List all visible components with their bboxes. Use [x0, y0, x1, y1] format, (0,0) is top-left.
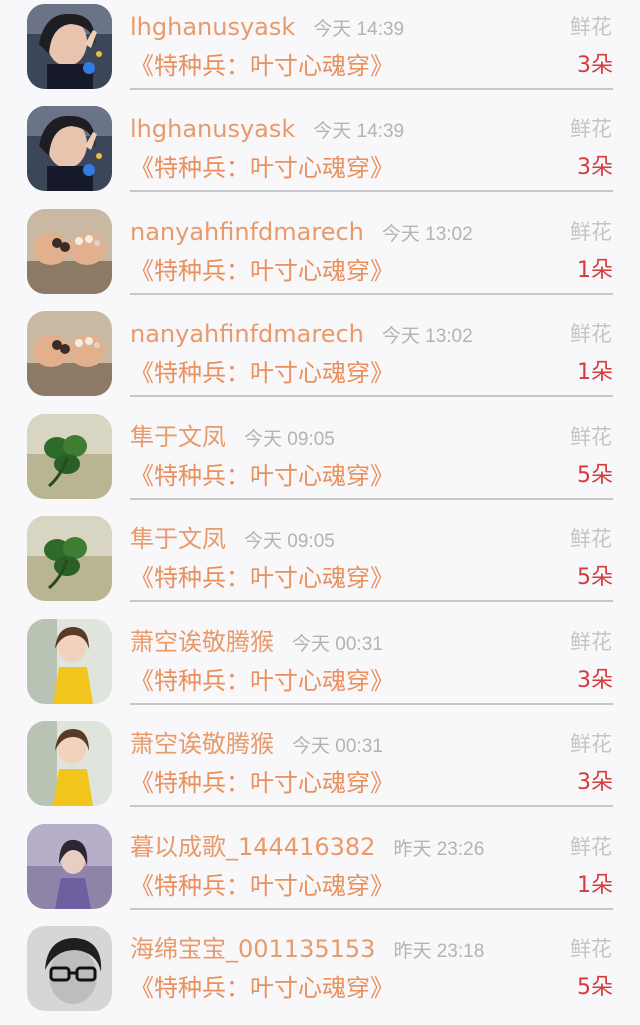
gift-type-label: 鲜花	[570, 425, 612, 449]
divider	[130, 805, 613, 807]
timestamp: 昨天 23:26	[393, 839, 485, 860]
gift-count: 3朵	[577, 155, 613, 180]
timestamp: 今天 00:31	[292, 736, 383, 757]
gift-count: 5朵	[577, 463, 613, 488]
gift-record-row[interactable]: lhghanusyask 今天 14:39 鲜花 《特种兵：叶寸心魂穿》 3朵	[0, 102, 640, 205]
gift-count: 1朵	[577, 873, 613, 898]
book-title[interactable]: 《特种兵：叶寸心魂穿》	[130, 151, 394, 185]
gift-type-label: 鲜花	[570, 15, 612, 39]
username[interactable]: 萧空诶敬腾猴 今天 00:31	[130, 727, 383, 764]
book-title[interactable]: 《特种兵：叶寸心魂穿》	[130, 561, 394, 595]
gift-type-label: 鲜花	[570, 732, 612, 756]
divider	[130, 293, 613, 295]
username-label[interactable]: nanyahfinfdmarech	[130, 218, 364, 246]
book-title[interactable]: 《特种兵：叶寸心魂穿》	[130, 766, 394, 800]
username-label[interactable]: 海绵宝宝_001135153	[130, 935, 375, 963]
username[interactable]: 萧空诶敬腾猴 今天 00:31	[130, 625, 383, 662]
username-label[interactable]: nanyahfinfdmarech	[130, 320, 364, 348]
gift-record-row[interactable]: 隼于文凤 今天 09:05 鲜花 《特种兵：叶寸心魂穿》 5朵	[0, 410, 640, 513]
little-girl-yellow-dress-avatar[interactable]	[27, 721, 112, 806]
gift-count: 3朵	[577, 53, 613, 78]
clover-avatar[interactable]	[27, 414, 112, 499]
gift-type-label: 鲜花	[570, 117, 612, 141]
username[interactable]: nanyahfinfdmarech 今天 13:02	[130, 317, 473, 354]
divider	[130, 395, 613, 397]
timestamp: 今天 14:39	[313, 19, 405, 40]
book-title[interactable]: 《特种兵：叶寸心魂穿》	[130, 869, 394, 903]
divider	[130, 703, 613, 705]
username-label[interactable]: 萧空诶敬腾猴	[130, 730, 274, 758]
little-girl-yellow-dress-avatar[interactable]	[27, 619, 112, 704]
username-label[interactable]: 暮以成歌_144416382	[130, 833, 375, 861]
divider	[130, 498, 613, 500]
divider	[130, 600, 613, 602]
timestamp: 今天 14:39	[313, 121, 405, 142]
book-title[interactable]: 《特种兵：叶寸心魂穿》	[130, 49, 394, 83]
username[interactable]: lhghanusyask 今天 14:39	[130, 10, 404, 47]
girl-peace-sign-avatar[interactable]	[27, 4, 112, 89]
hands-rings-avatar[interactable]	[27, 209, 112, 294]
username-label[interactable]: 萧空诶敬腾猴	[130, 628, 274, 656]
clover-avatar[interactable]	[27, 516, 112, 601]
gift-record-list: lhghanusyask 今天 14:39 鲜花 《特种兵：叶寸心魂穿》 3朵 l…	[0, 0, 640, 1011]
gift-record-row[interactable]: nanyahfinfdmarech 今天 13:02 鲜花 《特种兵：叶寸心魂穿》…	[0, 205, 640, 308]
username-label[interactable]: lhghanusyask	[130, 13, 295, 41]
gift-count: 1朵	[577, 258, 613, 283]
gift-count: 5朵	[577, 975, 613, 1000]
hands-rings-avatar[interactable]	[27, 311, 112, 396]
book-title[interactable]: 《特种兵：叶寸心魂穿》	[130, 356, 394, 390]
username-label[interactable]: lhghanusyask	[130, 115, 295, 143]
username[interactable]: 海绵宝宝_001135153 昨天 23:18	[130, 932, 484, 969]
timestamp: 今天 00:31	[292, 634, 383, 655]
username[interactable]: nanyahfinfdmarech 今天 13:02	[130, 215, 473, 252]
book-title[interactable]: 《特种兵：叶寸心魂穿》	[130, 254, 394, 288]
gift-record-row[interactable]: 暮以成歌_144416382 昨天 23:26 鲜花 《特种兵：叶寸心魂穿》 1朵	[0, 820, 640, 923]
timestamp: 今天 09:05	[244, 531, 335, 552]
gift-type-label: 鲜花	[570, 220, 612, 244]
gift-record-row[interactable]: 萧空诶敬腾猴 今天 00:31 鲜花 《特种兵：叶寸心魂穿》 3朵	[0, 717, 640, 820]
timestamp: 昨天 23:18	[393, 941, 485, 962]
timestamp: 今天 13:02	[381, 326, 473, 347]
gift-record-row[interactable]: 海绵宝宝_001135153 昨天 23:18 鲜花 《特种兵：叶寸心魂穿》 5朵	[0, 922, 640, 1025]
username[interactable]: 暮以成歌_144416382 昨天 23:26	[130, 830, 484, 867]
divider	[130, 190, 613, 192]
gift-record-row[interactable]: lhghanusyask 今天 14:39 鲜花 《特种兵：叶寸心魂穿》 3朵	[0, 0, 640, 103]
gift-type-label: 鲜花	[570, 322, 612, 346]
gift-record-row[interactable]: 隼于文凤 今天 09:05 鲜花 《特种兵：叶寸心魂穿》 5朵	[0, 512, 640, 615]
gift-count: 1朵	[577, 360, 613, 385]
username-label[interactable]: 隼于文凤	[130, 525, 226, 553]
divider	[130, 908, 613, 910]
gift-count: 3朵	[577, 668, 613, 693]
boy-glasses-avatar[interactable]	[27, 926, 112, 1011]
gift-record-row[interactable]: 萧空诶敬腾猴 今天 00:31 鲜花 《特种兵：叶寸心魂穿》 3朵	[0, 615, 640, 718]
book-title[interactable]: 《特种兵：叶寸心魂穿》	[130, 971, 394, 1005]
book-title[interactable]: 《特种兵：叶寸心魂穿》	[130, 459, 394, 493]
timestamp: 今天 09:05	[244, 429, 335, 450]
purple-girl-avatar[interactable]	[27, 824, 112, 909]
book-title[interactable]: 《特种兵：叶寸心魂穿》	[130, 664, 394, 698]
username-label[interactable]: 隼于文凤	[130, 423, 226, 451]
gift-type-label: 鲜花	[570, 527, 612, 551]
gift-type-label: 鲜花	[570, 937, 612, 961]
divider	[130, 88, 613, 90]
username[interactable]: 隼于文凤 今天 09:05	[130, 420, 335, 457]
username[interactable]: 隼于文凤 今天 09:05	[130, 522, 335, 559]
gift-count: 3朵	[577, 770, 613, 795]
gift-type-label: 鲜花	[570, 630, 612, 654]
gift-type-label: 鲜花	[570, 835, 612, 859]
gift-record-row[interactable]: nanyahfinfdmarech 今天 13:02 鲜花 《特种兵：叶寸心魂穿》…	[0, 307, 640, 410]
girl-peace-sign-avatar[interactable]	[27, 106, 112, 191]
timestamp: 今天 13:02	[381, 224, 473, 245]
gift-count: 5朵	[577, 565, 613, 590]
username[interactable]: lhghanusyask 今天 14:39	[130, 112, 404, 149]
